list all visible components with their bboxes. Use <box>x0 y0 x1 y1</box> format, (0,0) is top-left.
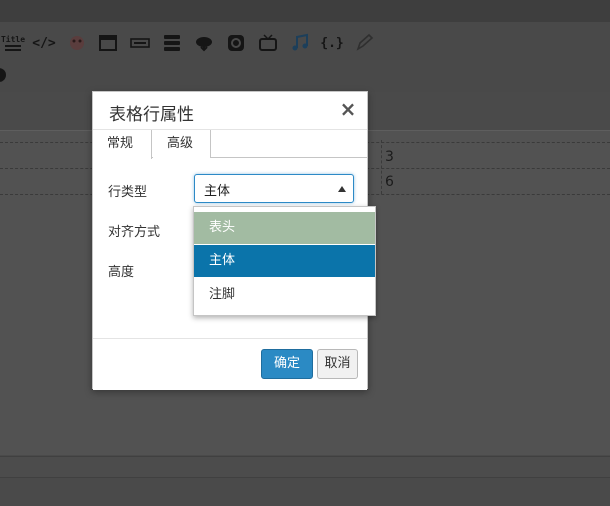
edit-icon[interactable] <box>353 32 375 54</box>
close-icon[interactable]: × <box>339 98 357 120</box>
table-column-border <box>381 140 382 194</box>
option-footer[interactable]: 注脚 <box>194 279 375 311</box>
braces-icon[interactable]: {.} <box>320 32 344 54</box>
title-icon[interactable]: Title <box>0 32 26 54</box>
code-icon-text: </> <box>32 35 56 51</box>
dialog-title: 表格行属性 <box>109 105 194 125</box>
tab-general[interactable]: 常规 <box>93 130 152 159</box>
swirl-icon[interactable] <box>225 32 247 54</box>
frame-icon[interactable] <box>97 32 119 54</box>
title-icon-text: Title <box>0 34 26 44</box>
dialog-header: 表格行属性 × <box>93 92 367 130</box>
row-type-select[interactable]: 主体 <box>194 174 354 203</box>
code-icon[interactable]: </> <box>32 32 56 54</box>
option-header[interactable]: 表头 <box>194 212 375 244</box>
tv-icon[interactable] <box>257 32 279 54</box>
editor-statusbar <box>0 456 610 478</box>
cloud-download-icon[interactable] <box>193 32 215 54</box>
cancel-button[interactable]: 取消 <box>317 349 358 379</box>
row-type-label: 行类型 <box>108 185 148 200</box>
row-type-dropdown: 表头 主体 注脚 <box>193 206 376 316</box>
editor-menubar <box>0 0 610 22</box>
braces-icon-text: {.} <box>320 35 344 51</box>
alignment-label: 对齐方式 <box>108 225 161 240</box>
table-cell: 6 <box>385 174 394 190</box>
dialog-footer: 确定 取消 <box>93 338 367 390</box>
ok-button[interactable]: 确定 <box>261 349 313 379</box>
caret-up-icon <box>338 186 346 192</box>
option-body[interactable]: 主体 <box>194 245 375 277</box>
music-icon[interactable] <box>289 32 311 54</box>
tab-advanced[interactable]: 高级 <box>153 130 211 158</box>
page-footer <box>0 478 610 506</box>
emoticon-icon[interactable] <box>66 32 88 54</box>
html5-video-icon[interactable] <box>129 32 151 54</box>
server-icon[interactable] <box>161 32 183 54</box>
table-cell: 3 <box>385 149 394 165</box>
row-type-value: 主体 <box>204 184 231 199</box>
height-label: 高度 <box>108 265 135 280</box>
dialog-tabs: 常规 高级 <box>93 130 367 159</box>
